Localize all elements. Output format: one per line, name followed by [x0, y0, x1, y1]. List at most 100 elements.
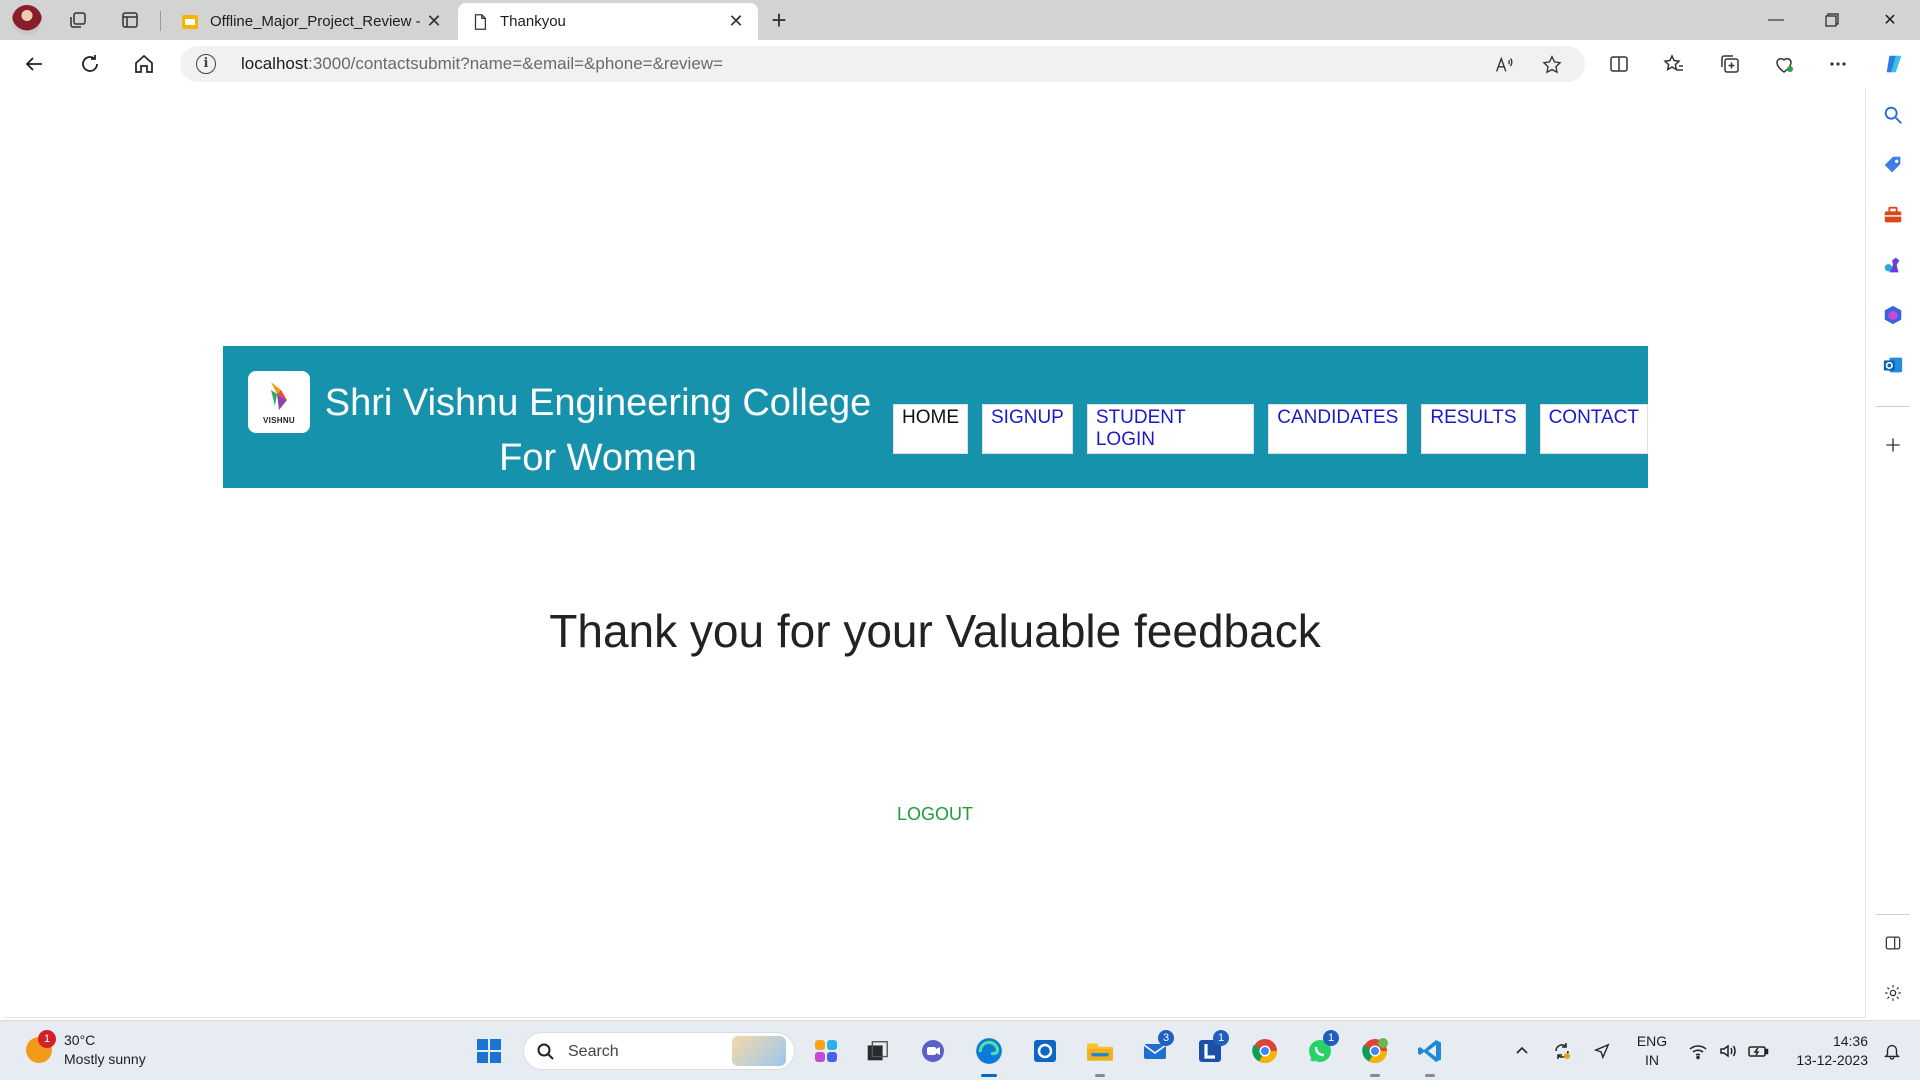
site-header: VISHNU Shri Vishnu Engineering College F…	[223, 346, 1648, 488]
more-menu-icon[interactable]	[1824, 50, 1852, 78]
nav-student-login[interactable]: STUDENT LOGIN	[1086, 404, 1255, 454]
college-logo: VISHNU	[248, 371, 310, 433]
sidebar-divider	[1876, 914, 1910, 915]
running-indicator	[981, 1074, 997, 1077]
volume-icon[interactable]	[1714, 1021, 1742, 1080]
notifications-bell-icon[interactable]	[1878, 1021, 1906, 1080]
add-icon[interactable]	[1880, 432, 1906, 458]
home-button[interactable]	[126, 47, 162, 81]
search-label: Search	[568, 1043, 619, 1060]
sync-icon[interactable]	[1548, 1021, 1576, 1080]
shopping-tag-icon[interactable]	[1880, 152, 1906, 178]
search-icon	[536, 1042, 556, 1067]
slides-icon	[180, 12, 200, 32]
page-icon	[470, 12, 490, 32]
taskbar-clock[interactable]: 14:36 13-12-2023	[1784, 1032, 1868, 1070]
battery-icon[interactable]	[1744, 1021, 1772, 1080]
mail-badge: 3	[1158, 1030, 1174, 1046]
search-icon[interactable]	[1880, 102, 1906, 128]
thank-you-message: Thank you for your Valuable feedback	[549, 605, 1321, 657]
chrome-icon[interactable]	[1248, 1034, 1282, 1068]
sidebar-divider	[1876, 406, 1910, 407]
tab-separator	[160, 11, 161, 31]
tools-toolbox-icon[interactable]	[1880, 202, 1906, 228]
clock-date: 13-12-2023	[1796, 1052, 1868, 1068]
close-window-button[interactable]: ✕	[1862, 0, 1918, 40]
new-tab-button[interactable]: +	[764, 6, 794, 36]
l-app-icon[interactable]: 1	[1193, 1030, 1229, 1068]
profile-avatar[interactable]	[12, 5, 42, 35]
tab-title: Thankyou	[500, 13, 566, 30]
weather-widget[interactable]: 1 30°C Mostly sunny	[26, 1030, 146, 1069]
close-tab-icon[interactable]: ✕	[424, 11, 444, 32]
hide-sidebar-icon[interactable]	[1880, 930, 1906, 956]
restore-button[interactable]	[1804, 0, 1860, 40]
nav-home[interactable]: HOME	[893, 404, 968, 454]
taskbar-search[interactable]: Search	[523, 1032, 795, 1070]
split-screen-icon[interactable]	[1605, 50, 1633, 78]
nav-contact[interactable]: CONTACT	[1539, 404, 1648, 454]
running-indicator	[1370, 1074, 1380, 1077]
vscode-icon[interactable]	[1413, 1034, 1447, 1077]
logo-text: VISHNU	[262, 415, 296, 425]
mail-icon[interactable]: 3	[1138, 1030, 1174, 1068]
outlook-icon[interactable]	[1880, 352, 1906, 378]
tab-strip: Offline_Major_Project_Review - G ✕ Thank…	[0, 0, 1920, 40]
nav-signup[interactable]: SIGNUP	[982, 404, 1073, 454]
task-view-icon[interactable]	[860, 1034, 894, 1068]
vertical-tabs-icon[interactable]	[112, 4, 148, 36]
microsoft-365-icon[interactable]	[1880, 302, 1906, 328]
nav-candidates[interactable]: CANDIDATES	[1268, 404, 1408, 454]
cortana-app-icon[interactable]	[1028, 1034, 1062, 1068]
browser-toolbar: i localhost:3000/contactsubmit?name=&ema…	[0, 40, 1920, 88]
file-explorer-icon[interactable]	[1083, 1034, 1117, 1077]
tab-project-review[interactable]: Offline_Major_Project_Review - G ✕	[168, 3, 456, 40]
edge-browser-icon[interactable]	[972, 1034, 1006, 1077]
nav-results[interactable]: RESULTS	[1421, 404, 1526, 454]
favorites-icon[interactable]	[1660, 50, 1688, 78]
games-chess-icon[interactable]	[1880, 252, 1906, 278]
whatsapp-badge: 1	[1323, 1030, 1339, 1046]
settings-gear-icon[interactable]	[1880, 980, 1906, 1006]
tab-thankyou[interactable]: Thankyou ✕	[458, 3, 758, 40]
whatsapp-icon[interactable]: 1	[1303, 1030, 1339, 1068]
l-app-badge: 1	[1213, 1030, 1229, 1046]
back-button[interactable]	[16, 47, 52, 81]
copilot-icon[interactable]	[1880, 50, 1908, 78]
chrome-profile-icon[interactable]	[1358, 1034, 1392, 1077]
taskbar: 1 30°C Mostly sunny Search 3 1 1 ENG IN …	[0, 1020, 1920, 1080]
refresh-button[interactable]	[72, 47, 108, 81]
search-highlight-icon	[732, 1036, 786, 1066]
wifi-icon[interactable]	[1684, 1021, 1712, 1080]
address-bar[interactable]: i localhost:3000/contactsubmit?name=&ema…	[180, 46, 1585, 82]
site-info-icon[interactable]: i	[196, 54, 216, 74]
running-indicator	[1425, 1074, 1435, 1077]
college-name: Shri Vishnu Engineering College For Wome…	[324, 382, 872, 479]
show-hidden-icons-chevron-icon[interactable]	[1508, 1021, 1536, 1080]
collections-icon[interactable]	[1716, 50, 1744, 78]
close-tab-icon[interactable]: ✕	[726, 11, 746, 32]
weather-temp: 30°C	[64, 1032, 96, 1048]
location-arrow-icon[interactable]	[1588, 1021, 1616, 1080]
read-aloud-icon[interactable]	[1492, 53, 1516, 77]
teams-chat-icon[interactable]	[916, 1034, 950, 1068]
minimize-button[interactable]: —	[1748, 0, 1804, 40]
main-nav: HOME SIGNUP STUDENT LOGIN CANDIDATES RES…	[893, 404, 1648, 454]
microsoft-365-copilot-icon[interactable]	[809, 1034, 843, 1068]
language-indicator[interactable]: ENG IN	[1632, 1032, 1672, 1070]
start-windows-icon[interactable]	[472, 1034, 506, 1068]
url-text[interactable]: localhost:3000/contactsubmit?name=&email…	[241, 54, 723, 74]
clock-time: 14:36	[1832, 1033, 1868, 1049]
running-indicator	[1095, 1074, 1105, 1077]
sun-icon: 1	[26, 1030, 56, 1063]
workspaces-icon[interactable]	[60, 4, 96, 36]
weather-badge: 1	[38, 1030, 56, 1048]
browser-essentials-icon[interactable]	[1770, 50, 1798, 78]
tab-title: Offline_Major_Project_Review - G	[210, 13, 424, 30]
favorite-star-icon[interactable]	[1540, 53, 1564, 77]
weather-condition: Mostly sunny	[64, 1051, 146, 1067]
edge-sidebar	[1866, 88, 1920, 1018]
page-viewport: VISHNU Shri Vishnu Engineering College F…	[4, 88, 1866, 1018]
logout-link[interactable]: LOGOUT	[4, 804, 1866, 825]
vishnu-logo-mark-icon	[265, 380, 293, 414]
